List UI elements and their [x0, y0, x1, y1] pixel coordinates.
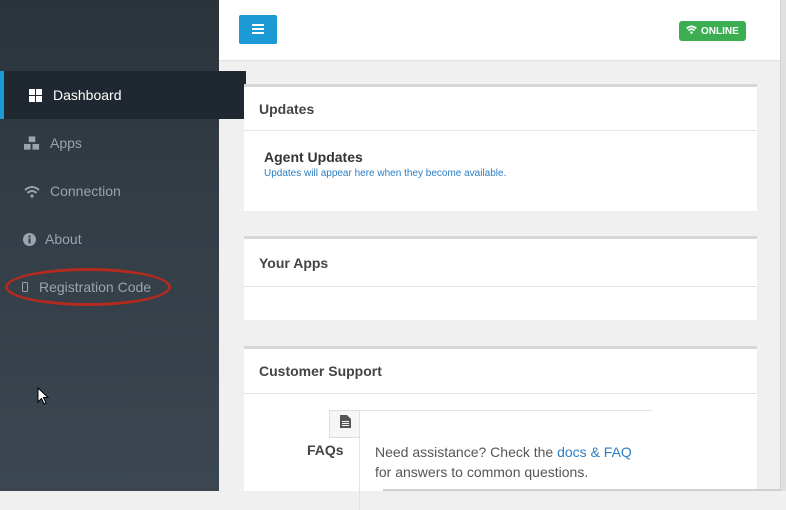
agent-updates-subtitle: Updates will appear here when they becom…	[264, 168, 507, 179]
customer-support-panel: Customer Support FAQs Need assistance? C…	[244, 346, 757, 510]
faq-description: Need assistance? Check the docs & FAQ fo…	[375, 442, 645, 482]
status-label: ONLINE	[701, 25, 739, 37]
cubes-icon	[24, 135, 40, 151]
sidebar-item-label: Dashboard	[53, 87, 122, 103]
scrollbar[interactable]	[780, 0, 786, 491]
your-apps-panel: Your Apps	[244, 236, 757, 320]
sidebar-item-about[interactable]: About	[0, 215, 240, 263]
sidebar-item-connection[interactable]: Connection	[0, 167, 243, 215]
dashboard-icon	[27, 87, 43, 103]
panel-title: Updates	[244, 87, 757, 131]
sidebar: Dashboard Apps Connection About Registra…	[0, 0, 246, 491]
sidebar-item-label: Apps	[50, 135, 82, 151]
wifi-icon	[686, 25, 697, 37]
menu-toggle-button[interactable]	[239, 15, 277, 44]
updates-panel: Updates Agent Updates Updates will appea…	[244, 84, 757, 211]
top-bar: ONLINE	[219, 0, 784, 61]
faq-text-before: Need assistance? Check the	[375, 444, 558, 460]
panel-title: Your Apps	[244, 239, 757, 287]
highlight-ellipse	[5, 268, 171, 306]
status-badge: ONLINE	[679, 21, 746, 41]
divider	[359, 410, 652, 411]
document-icon	[339, 415, 351, 433]
sidebar-item-label: About	[45, 231, 82, 247]
agent-updates-title: Agent Updates	[264, 149, 363, 165]
info-icon	[21, 231, 37, 247]
faq-label: FAQs	[307, 442, 344, 458]
sidebar-item-dashboard[interactable]: Dashboard	[0, 71, 246, 119]
docs-faq-link[interactable]: docs & FAQ	[557, 444, 632, 460]
sidebar-item-label: Connection	[50, 183, 121, 199]
faq-text-after: for answers to common questions.	[375, 464, 589, 480]
divider	[359, 410, 360, 510]
hamburger-icon	[252, 21, 264, 39]
wifi-icon	[24, 183, 40, 199]
mouse-cursor-icon	[37, 386, 51, 412]
faq-icon-box	[329, 410, 360, 438]
panel-title: Customer Support	[244, 349, 757, 394]
sidebar-item-apps[interactable]: Apps	[0, 119, 243, 167]
